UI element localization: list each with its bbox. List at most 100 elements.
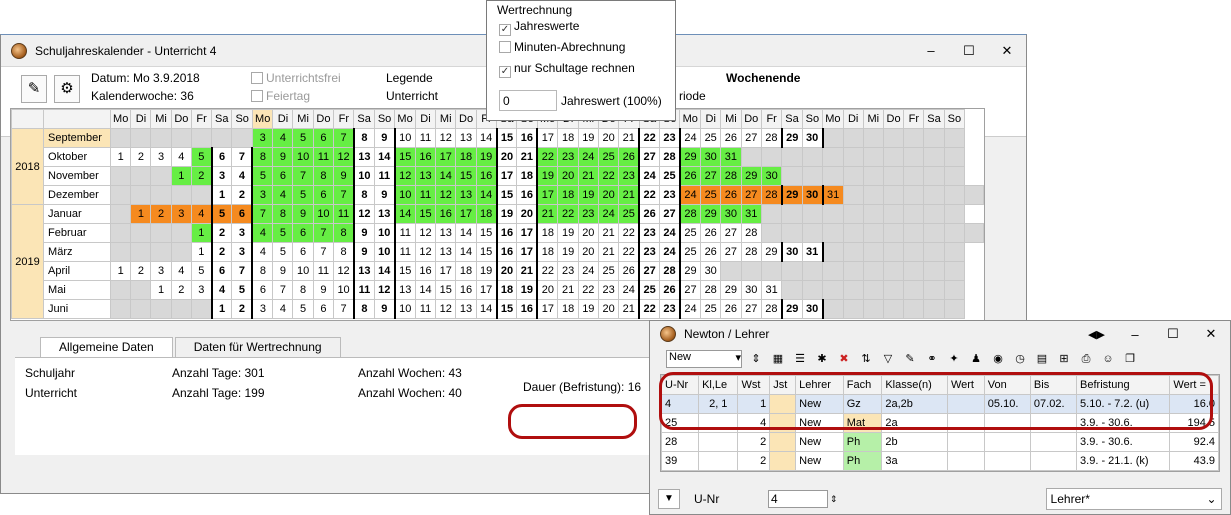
- day-cell[interactable]: 22: [618, 223, 640, 243]
- schultage-checkbox[interactable]: ✓ nur Schultage rechnen: [499, 61, 635, 78]
- day-cell[interactable]: 5: [292, 185, 314, 205]
- day-cell[interactable]: [903, 299, 925, 319]
- day-cell[interactable]: 10: [373, 223, 396, 243]
- day-cell[interactable]: 12: [333, 147, 355, 167]
- day-cell[interactable]: 13: [352, 147, 375, 167]
- day-cell[interactable]: [923, 147, 945, 167]
- newton-maximize[interactable]: ☐: [1154, 326, 1192, 342]
- day-cell[interactable]: 8: [251, 147, 274, 167]
- day-cell[interactable]: 12: [352, 204, 375, 224]
- day-cell[interactable]: 2: [170, 280, 193, 300]
- day-cell[interactable]: 17: [516, 242, 539, 262]
- day-cell[interactable]: 3: [251, 185, 274, 205]
- day-cell[interactable]: 23: [659, 299, 681, 319]
- day-cell[interactable]: 17: [516, 223, 539, 243]
- day-cell[interactable]: 30: [760, 166, 783, 186]
- day-cell[interactable]: 23: [577, 204, 599, 224]
- day-cell[interactable]: 31: [740, 204, 763, 224]
- day-cell[interactable]: [801, 204, 824, 224]
- day-cell[interactable]: 19: [536, 166, 559, 186]
- day-cell[interactable]: 5: [292, 128, 314, 148]
- day-cell[interactable]: 1: [210, 185, 233, 205]
- day-cell[interactable]: 15: [435, 280, 457, 300]
- day-cell[interactable]: [109, 280, 132, 300]
- day-cell[interactable]: [170, 128, 193, 148]
- day-cell[interactable]: 27: [740, 299, 763, 319]
- day-cell[interactable]: [130, 166, 152, 186]
- day-cell[interactable]: [760, 147, 783, 167]
- day-cell[interactable]: 13: [455, 185, 477, 205]
- day-cell[interactable]: [822, 128, 844, 148]
- day-cell[interactable]: [150, 128, 172, 148]
- day-cell[interactable]: 4: [251, 223, 274, 243]
- day-cell[interactable]: 27: [659, 204, 681, 224]
- day-cell[interactable]: 13: [352, 261, 375, 281]
- day-cell[interactable]: 15: [455, 166, 477, 186]
- day-cell[interactable]: 5: [272, 242, 294, 262]
- day-cell[interactable]: 13: [435, 242, 457, 262]
- day-cell[interactable]: [822, 280, 844, 300]
- day-cell[interactable]: 18: [516, 166, 539, 186]
- day-cell[interactable]: [130, 128, 152, 148]
- day-cell[interactable]: 30: [700, 147, 722, 167]
- day-cell[interactable]: 11: [414, 128, 437, 148]
- day-cell[interactable]: 20: [597, 185, 620, 205]
- day-cell[interactable]: 10: [394, 185, 416, 205]
- day-cell[interactable]: 28: [760, 128, 783, 148]
- day-cell[interactable]: [903, 261, 925, 281]
- edit-icon[interactable]: ✎: [21, 75, 47, 103]
- day-cell[interactable]: [150, 299, 172, 319]
- day-cell[interactable]: 30: [740, 280, 763, 300]
- day-cell[interactable]: 19: [557, 242, 579, 262]
- day-cell[interactable]: 6: [272, 166, 294, 186]
- day-cell[interactable]: [822, 261, 844, 281]
- day-cell[interactable]: 13: [373, 204, 396, 224]
- day-cell[interactable]: 8: [292, 280, 314, 300]
- day-cell[interactable]: [822, 223, 844, 243]
- day-cell[interactable]: [943, 185, 966, 205]
- day-cell[interactable]: 8: [312, 166, 335, 186]
- element-select[interactable]: New ▾: [666, 350, 742, 368]
- day-cell[interactable]: [130, 280, 152, 300]
- day-cell[interactable]: 22: [577, 280, 599, 300]
- spin-icon[interactable]: ⇕: [748, 351, 764, 367]
- day-cell[interactable]: [781, 223, 803, 243]
- day-cell[interactable]: 29: [780, 299, 803, 319]
- day-cell[interactable]: [943, 166, 966, 186]
- day-cell[interactable]: [923, 128, 945, 148]
- day-cell[interactable]: 5: [210, 204, 233, 224]
- day-cell[interactable]: [882, 242, 905, 262]
- unr-input[interactable]: [768, 490, 828, 508]
- day-cell[interactable]: 18: [475, 204, 498, 224]
- day-cell[interactable]: 11: [312, 261, 335, 281]
- day-cell[interactable]: 22: [638, 299, 661, 319]
- day-cell[interactable]: [842, 261, 864, 281]
- day-cell[interactable]: [740, 261, 763, 281]
- day-cell[interactable]: 15: [475, 242, 498, 262]
- day-cell[interactable]: 26: [720, 299, 742, 319]
- day-cell[interactable]: 14: [455, 223, 477, 243]
- day-cell[interactable]: 15: [495, 128, 518, 148]
- day-cell[interactable]: [903, 280, 925, 300]
- day-cell[interactable]: 2: [130, 147, 152, 167]
- day-cell[interactable]: 6: [210, 261, 233, 281]
- tab-wertrechnung[interactable]: Daten für Wertrechnung: [174, 337, 341, 357]
- day-cell[interactable]: 22: [536, 147, 559, 167]
- day-cell[interactable]: [191, 128, 213, 148]
- day-cell[interactable]: 29: [679, 147, 702, 167]
- day-cell[interactable]: 2: [191, 166, 213, 186]
- day-cell[interactable]: 13: [414, 166, 437, 186]
- day-cell[interactable]: [822, 299, 844, 319]
- day-cell[interactable]: 16: [435, 204, 457, 224]
- day-cell[interactable]: 23: [557, 147, 579, 167]
- day-cell[interactable]: 12: [373, 280, 396, 300]
- day-cell[interactable]: 11: [414, 299, 437, 319]
- day-cell[interactable]: 21: [597, 242, 620, 262]
- day-cell[interactable]: [842, 223, 864, 243]
- day-cell[interactable]: 12: [414, 223, 437, 243]
- day-cell[interactable]: [943, 299, 966, 319]
- day-cell[interactable]: [760, 204, 783, 224]
- table-row[interactable]: 28 2 New Ph 2b 3.9. - 30.6. 92.4: [660, 432, 1219, 452]
- day-cell[interactable]: 2: [231, 299, 254, 319]
- day-cell[interactable]: 18: [455, 261, 477, 281]
